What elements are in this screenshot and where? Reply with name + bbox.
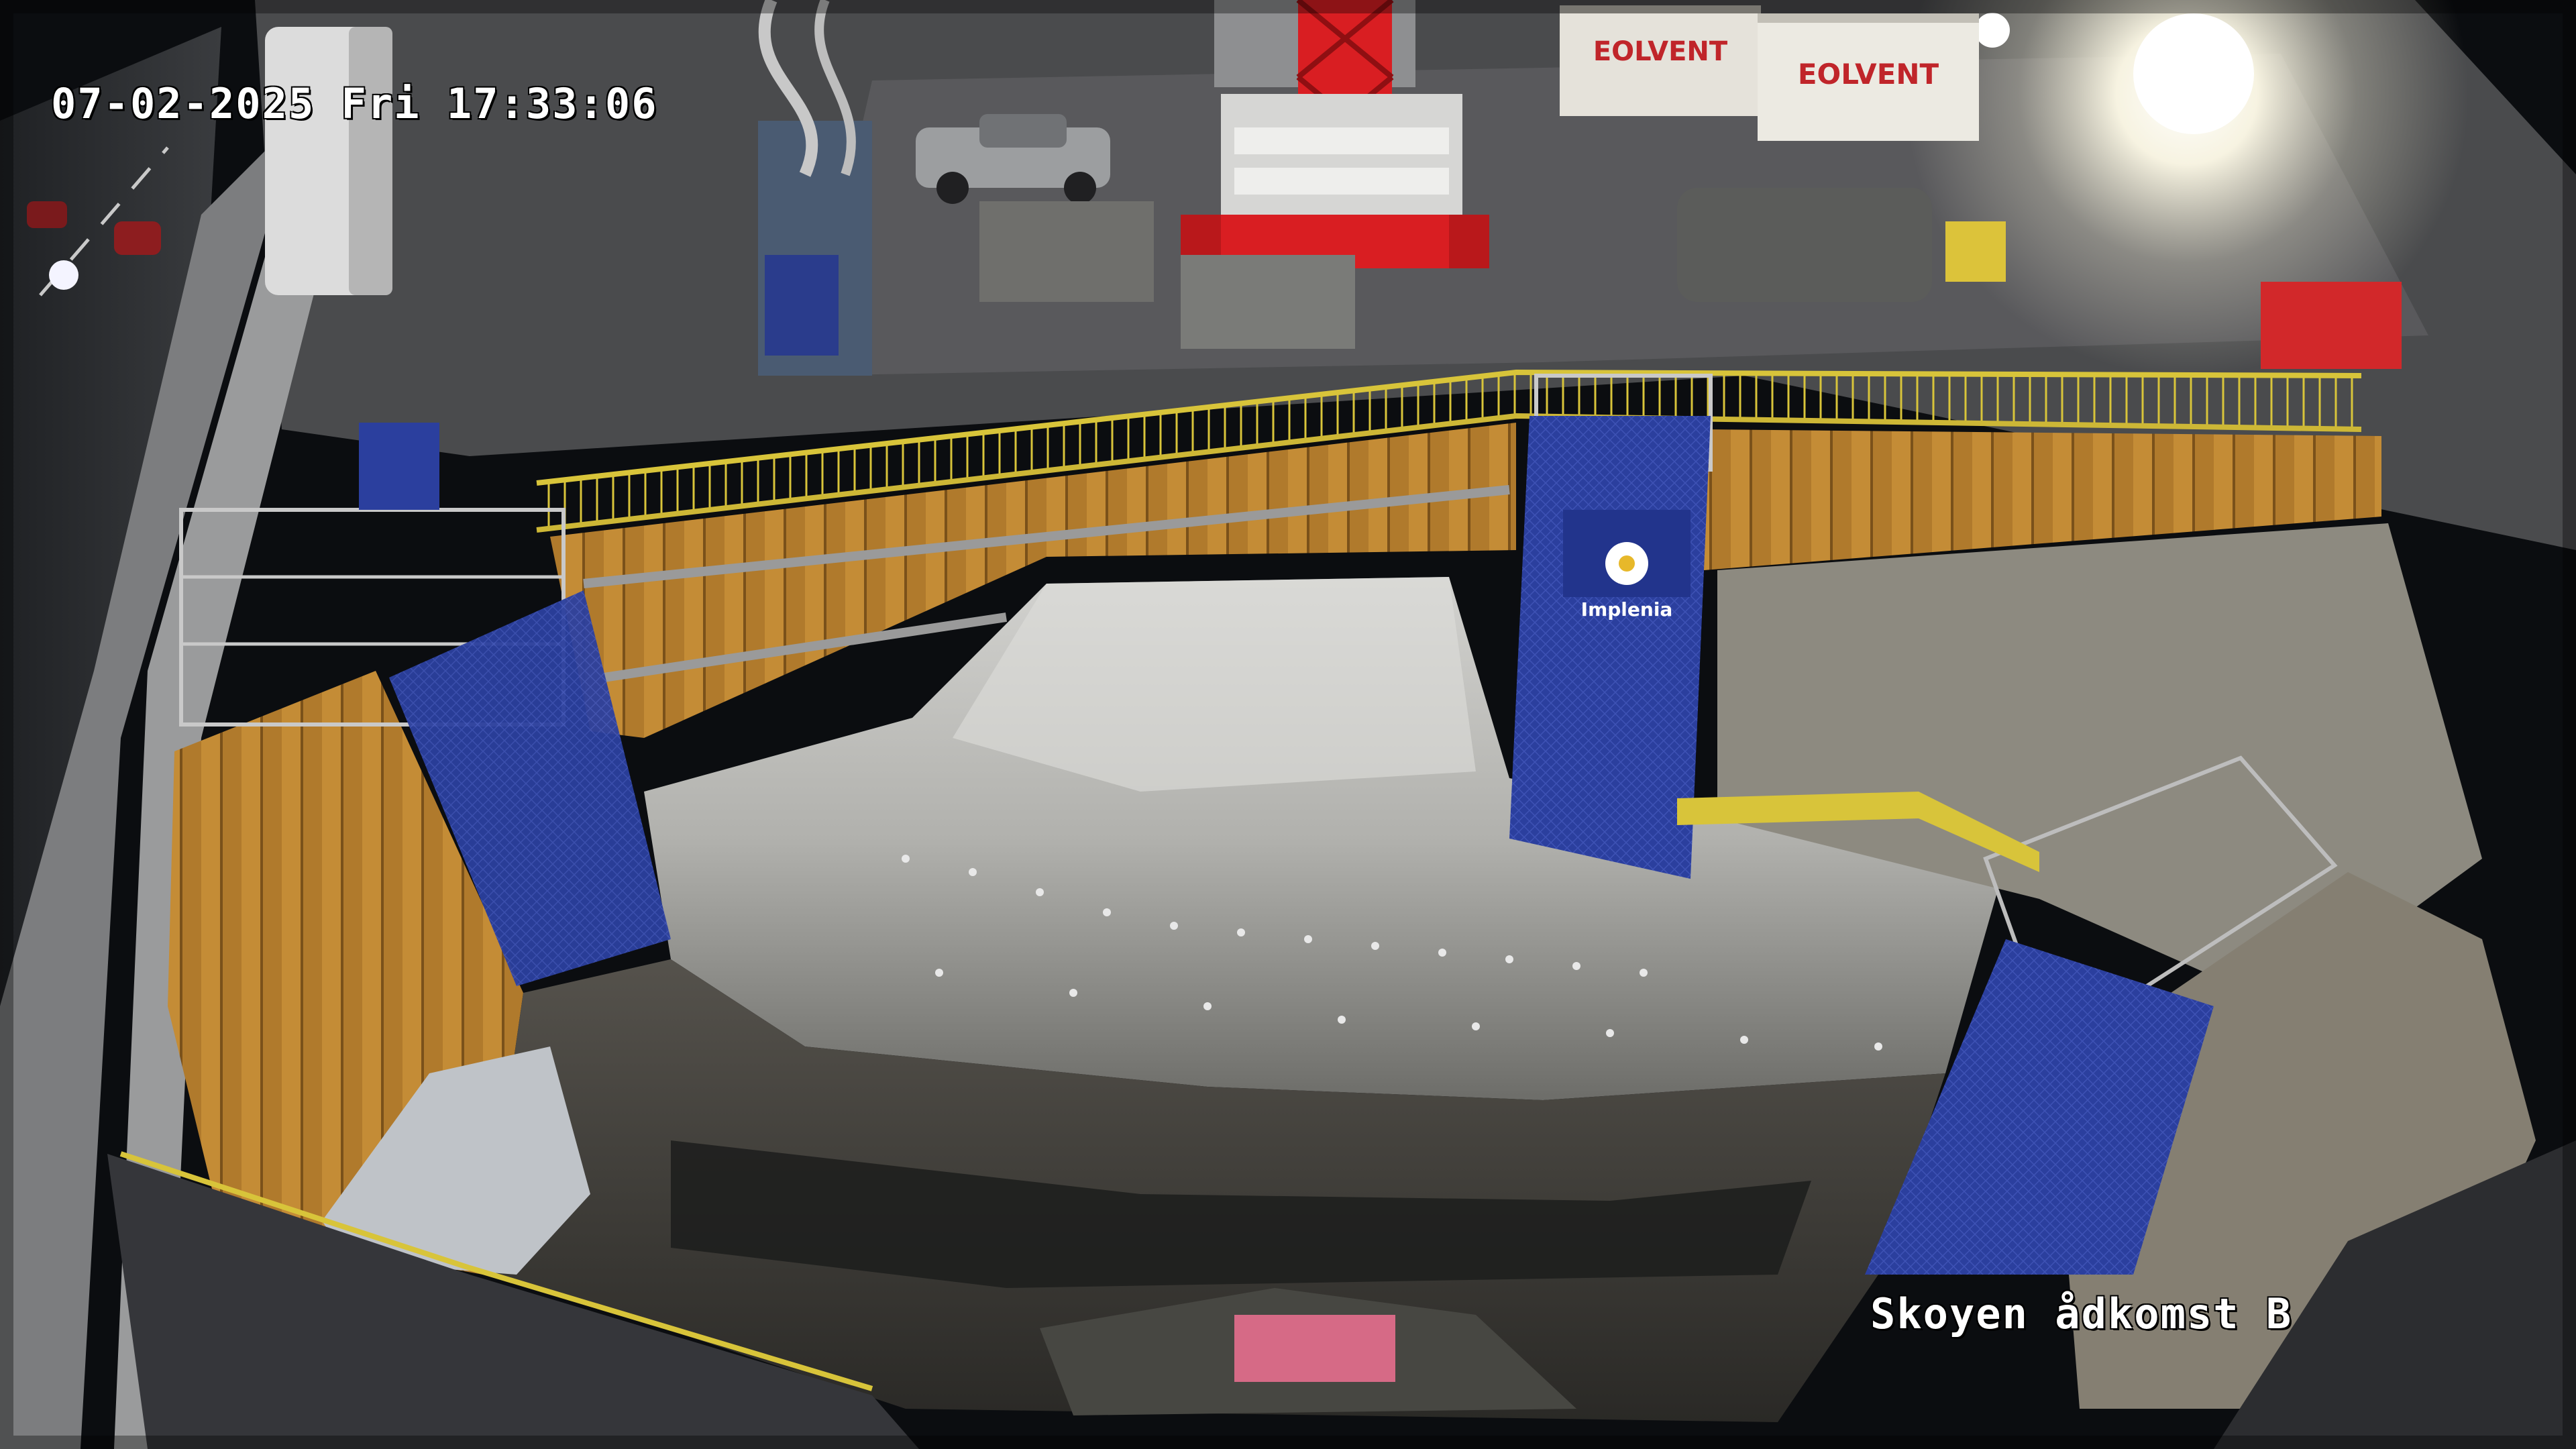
container-left-sign: EOLVENT — [1593, 36, 1728, 67]
floodlight — [2133, 13, 2254, 134]
construction-site-camera-view: EOLVENT EOLVENT Implenia — [0, 0, 2576, 1449]
tarp-covered-stack — [1677, 188, 1932, 302]
camera-name-overlay: Skoyen ådkomst B — [1870, 1289, 2293, 1338]
utility-box — [1945, 221, 2006, 282]
equipment-pile — [1181, 255, 1355, 349]
bedrock-highlight — [953, 577, 1476, 792]
red-machine — [2261, 282, 2402, 369]
container-right-sign: EOLVENT — [1798, 58, 1939, 91]
camera-timestamp-overlay: 07-02-2025 Fri 17:33:06 — [51, 79, 658, 128]
floodlight-small — [1975, 13, 2010, 48]
car — [114, 221, 161, 255]
equipment-pile — [979, 201, 1154, 302]
banner-brand-text: Implenia — [1581, 598, 1673, 621]
pink-tarp — [1234, 1315, 1395, 1382]
silo-shadow — [349, 27, 392, 295]
container-left: EOLVENT — [1560, 5, 1761, 116]
car — [27, 201, 67, 228]
container-right: EOLVENT — [1758, 13, 1979, 141]
car-headlight — [49, 260, 78, 290]
